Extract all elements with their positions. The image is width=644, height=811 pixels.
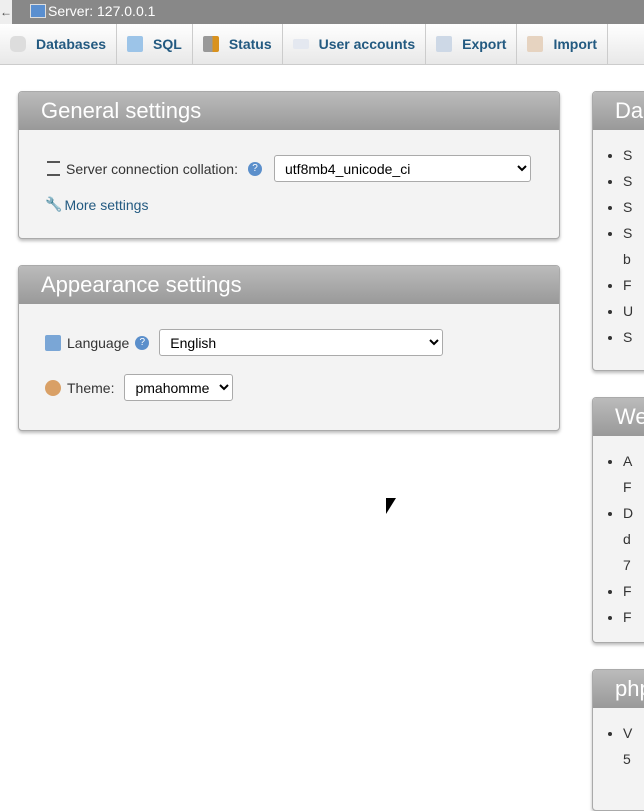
panel-title: Appearance settings bbox=[19, 266, 559, 304]
server-breadcrumb-bar: ← Server: 127.0.0.1 bbox=[0, 0, 644, 24]
users-icon bbox=[292, 39, 309, 49]
database-server-panel: Da SSSS bFUS bbox=[592, 91, 644, 371]
tab-status[interactable]: Status bbox=[193, 24, 283, 64]
collation-icon bbox=[47, 161, 60, 176]
list-item: F bbox=[623, 272, 644, 298]
back-arrow-icon[interactable]: ← bbox=[0, 0, 12, 24]
general-settings-panel: General settings Server connection colla… bbox=[18, 91, 560, 239]
database-icon bbox=[10, 36, 26, 52]
list-item: V 5 bbox=[623, 720, 644, 772]
appearance-settings-panel: Appearance settings Language ? English T… bbox=[18, 265, 560, 431]
list-item: User accounts bbox=[318, 36, 416, 52]
language-select[interactable]: English bbox=[159, 329, 444, 356]
more-settings-link[interactable]: More settings bbox=[64, 197, 148, 213]
collation-label: Server connection collation: bbox=[66, 160, 238, 177]
import-icon bbox=[527, 36, 544, 52]
list-item: S bbox=[623, 168, 644, 194]
sql-icon bbox=[127, 36, 144, 52]
list-item: U bbox=[623, 298, 644, 324]
language-label: Language bbox=[67, 334, 130, 351]
panel-title: php bbox=[593, 670, 644, 708]
list-item: Export bbox=[462, 36, 507, 52]
status-icon bbox=[202, 36, 219, 52]
list-item: SQL bbox=[153, 36, 182, 52]
tab-sql[interactable]: SQL bbox=[117, 24, 193, 64]
collation-select[interactable]: utf8mb4_unicode_ci bbox=[274, 155, 531, 182]
server-icon bbox=[30, 4, 46, 18]
web-server-panel: We A FD d 7FF bbox=[592, 397, 644, 643]
tab-user-accounts[interactable]: User accounts bbox=[283, 24, 427, 64]
tab-databases[interactable]: Databases bbox=[0, 24, 118, 64]
main-tabs: Databases SQL Status User accounts Expor… bbox=[0, 24, 644, 65]
list-item: Status bbox=[228, 36, 272, 52]
tab-export[interactable]: Export bbox=[426, 24, 518, 64]
theme-palette-icon bbox=[45, 379, 61, 396]
list-item: S b bbox=[623, 220, 644, 272]
help-icon[interactable]: ? bbox=[248, 161, 262, 176]
panel-title: We bbox=[593, 398, 644, 436]
language-icon bbox=[45, 334, 61, 351]
list-item: S bbox=[623, 324, 644, 350]
panel-title: General settings bbox=[19, 92, 559, 130]
panel-title: Da bbox=[593, 92, 644, 130]
list-item: Databases bbox=[36, 36, 107, 52]
phpmyadmin-panel: php V 5 bbox=[592, 669, 644, 811]
list-item: Import bbox=[553, 36, 598, 52]
server-title[interactable]: Server: 127.0.0.1 bbox=[48, 3, 155, 19]
help-icon[interactable]: ? bbox=[135, 335, 150, 350]
tab-import[interactable]: Import bbox=[517, 24, 609, 64]
wrench-icon: 🔧 bbox=[45, 196, 63, 212]
mouse-cursor bbox=[386, 498, 396, 514]
list-item: S bbox=[623, 194, 644, 220]
theme-label: Theme: bbox=[67, 379, 115, 396]
list-item: S bbox=[623, 142, 644, 168]
list-item: F bbox=[623, 578, 644, 604]
export-icon bbox=[436, 36, 453, 52]
list-item: A F bbox=[623, 448, 644, 500]
theme-select[interactable]: pmahomme bbox=[124, 374, 234, 401]
list-item: F bbox=[623, 604, 644, 630]
list-item: D d 7 bbox=[623, 500, 644, 578]
